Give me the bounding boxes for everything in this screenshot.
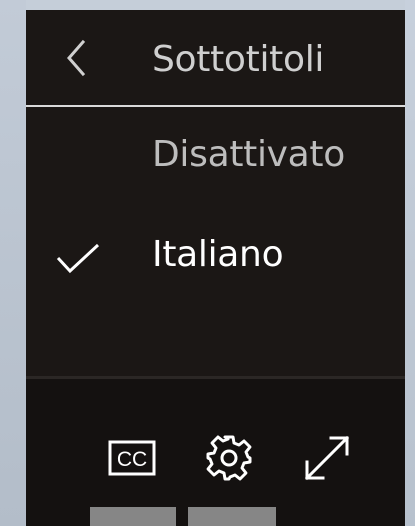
taskbar-button[interactable]	[188, 507, 276, 526]
expand-diagonal-icon	[304, 435, 350, 481]
option-label: Disattivato	[152, 134, 345, 175]
window-backdrop-top	[0, 0, 415, 10]
settings-button[interactable]	[200, 431, 258, 485]
taskbar-button[interactable]	[90, 507, 176, 526]
subtitles-flyout: Sottotitoli Disattivato Italiano CC	[26, 10, 405, 526]
subtitle-option-italian[interactable]: Italiano	[26, 203, 405, 299]
closed-captions-button[interactable]: CC	[103, 431, 161, 485]
menu-title: Sottotitoli	[152, 39, 325, 80]
player-controls-bar: CC	[26, 379, 405, 526]
window-backdrop-left	[0, 0, 26, 526]
subtitles-back-header[interactable]: Sottotitoli	[26, 10, 405, 106]
chevron-left-icon[interactable]	[64, 38, 88, 78]
svg-text:CC: CC	[117, 448, 147, 471]
subtitle-option-off[interactable]: Disattivato	[26, 107, 405, 203]
option-label: Italiano	[152, 234, 284, 275]
gear-icon	[206, 435, 252, 481]
fullscreen-button[interactable]	[298, 431, 356, 485]
check-icon	[56, 243, 100, 274]
window-backdrop-right	[405, 0, 415, 526]
cc-icon: CC	[108, 440, 156, 476]
